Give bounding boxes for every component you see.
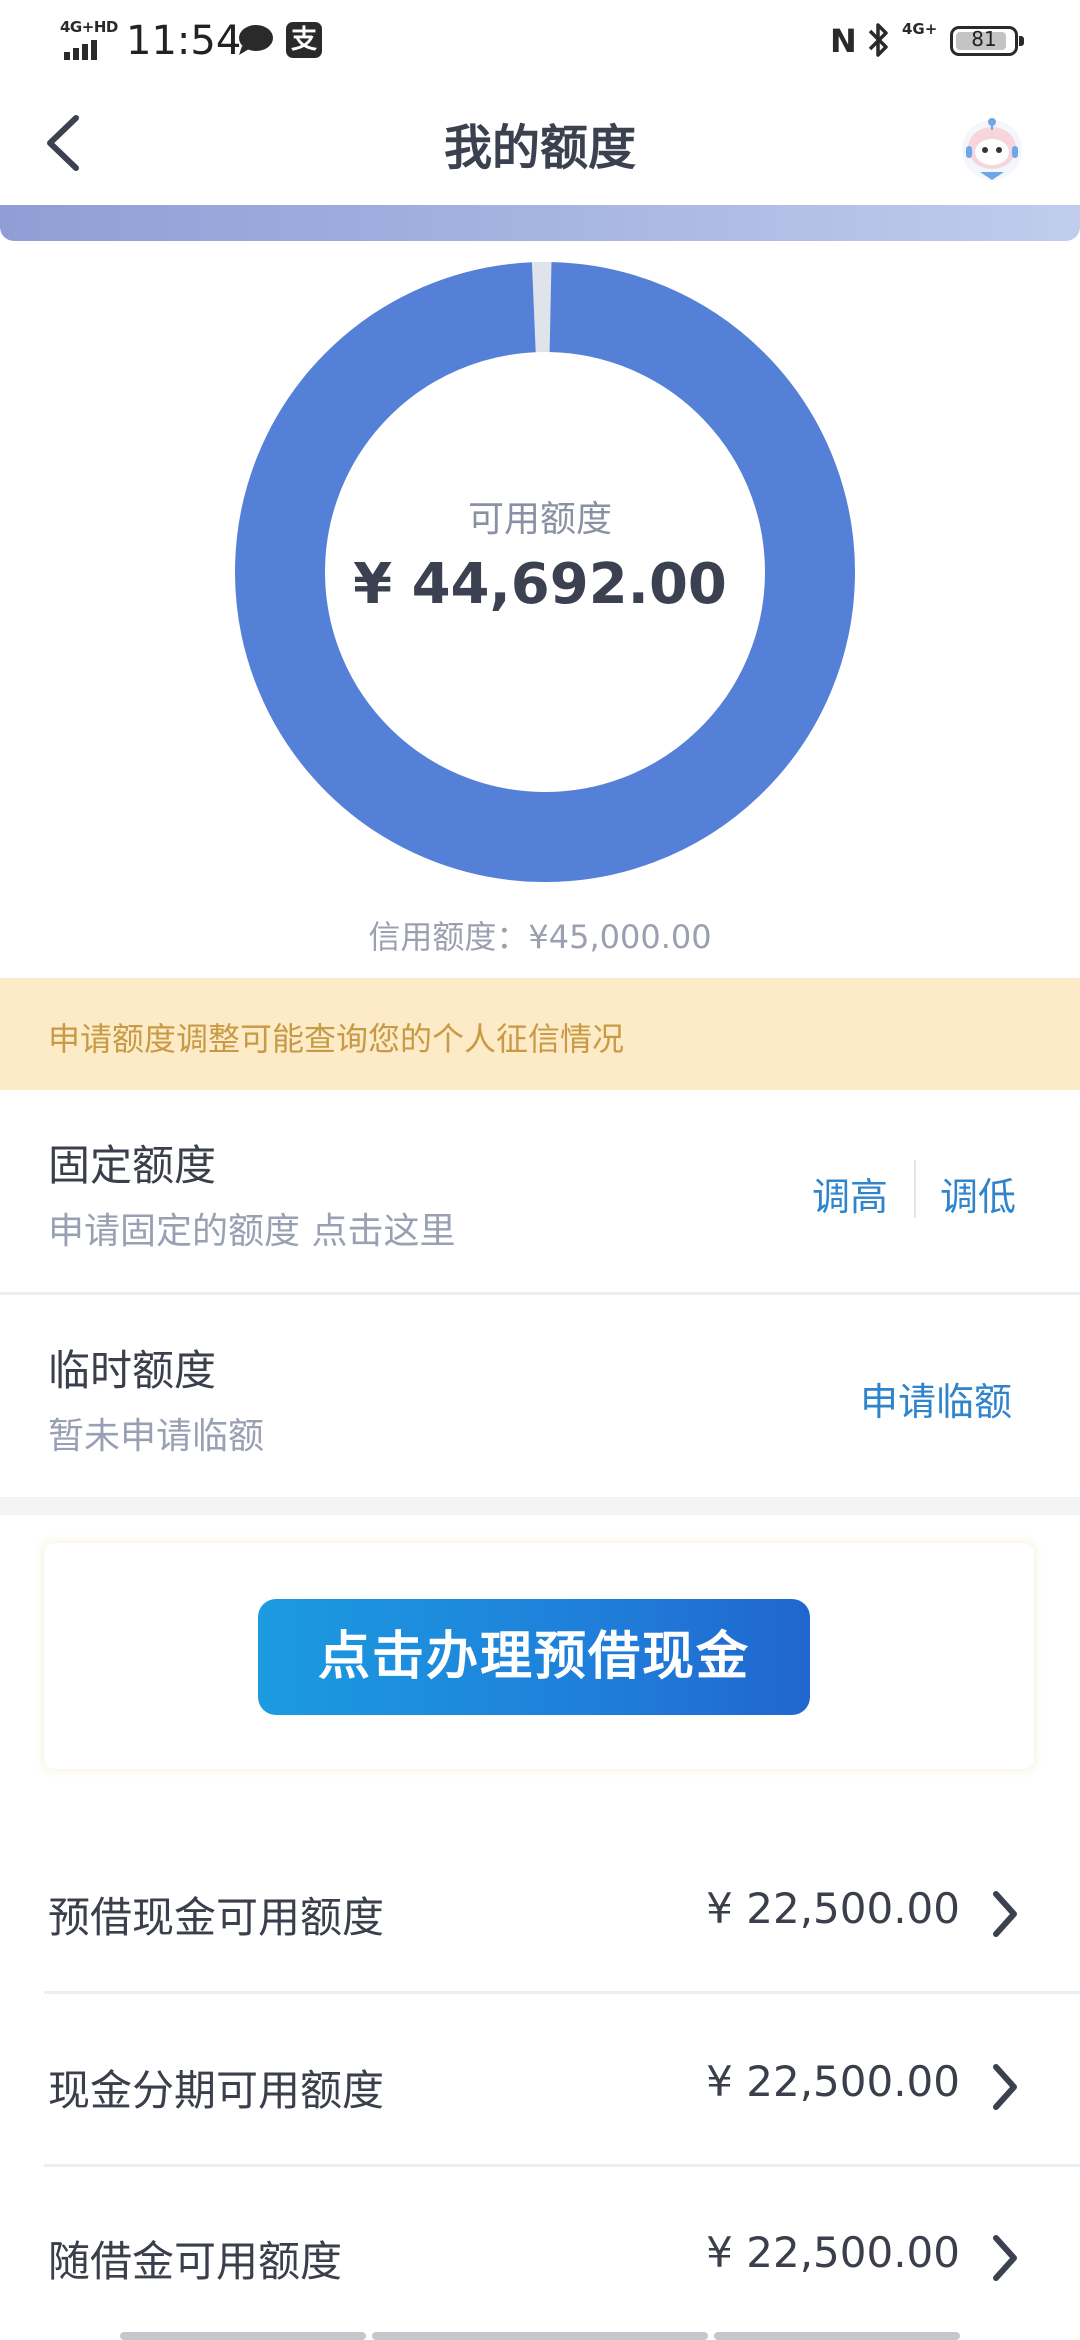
bluetooth-icon xyxy=(868,23,888,57)
credit-check-notice: 申请额度调整可能查询您的个人征信情况 xyxy=(0,978,1080,1090)
fixed-limit-title: 固定额度 xyxy=(48,1141,217,1190)
amount-value: ¥ 22,500.00 xyxy=(706,2057,960,2106)
battery-level: 81 xyxy=(971,27,997,51)
chevron-right-icon xyxy=(993,2235,1017,2281)
amount-row-cash-advance[interactable]: 预借现金可用额度 ¥ 22,500.00 xyxy=(0,1824,1080,1994)
lower-limit-button[interactable]: 调低 xyxy=(940,1166,1016,1221)
bottom-tab-indicator xyxy=(714,2332,960,2340)
status-time: 11:54 xyxy=(126,18,242,64)
nfc-icon: N xyxy=(830,22,857,60)
temp-limit-row: 临时额度 暂未申请临额 申请临额 xyxy=(0,1295,1080,1495)
bottom-tab-indicator xyxy=(372,2332,708,2340)
amount-label: 预借现金可用额度 xyxy=(48,1893,385,1942)
chat-bubble-icon xyxy=(239,25,273,55)
temp-limit-subtitle: 暂未申请临额 xyxy=(48,1416,265,1457)
app-header: 我的额度 xyxy=(0,84,1080,204)
amount-row-borrow-anytime[interactable]: 随借金可用额度 ¥ 22,500.00 xyxy=(0,2168,1080,2338)
battery-icon: 81 xyxy=(950,26,1024,56)
status-bar: 4G+HD 11:54 支 N 4G+ 81 xyxy=(0,0,1080,84)
page-title: 我的额度 xyxy=(443,120,636,176)
network-tag: 4G+HD xyxy=(60,18,118,36)
link-divider xyxy=(914,1160,916,1218)
amount-value: ¥ 22,500.00 xyxy=(706,1884,960,1933)
row-divider xyxy=(44,2164,1080,2167)
cash-advance-banner[interactable]: 点击办理预借现金 xyxy=(44,1543,1034,1769)
header-gradient-band xyxy=(0,205,1080,241)
apply-temp-limit-button[interactable]: 申请临额 xyxy=(860,1371,1012,1426)
temp-limit-title: 临时额度 xyxy=(48,1346,217,1395)
signal-icon: 4G+HD xyxy=(58,18,118,62)
robot-assistant-icon[interactable] xyxy=(952,106,1032,186)
row-divider xyxy=(44,1991,1080,1994)
amount-label: 随借金可用额度 xyxy=(48,2237,343,2286)
bottom-tab-indicator xyxy=(120,2332,366,2340)
amount-value: ¥ 22,500.00 xyxy=(706,2228,960,2277)
fixed-limit-row: 固定额度 申请固定的额度 点击这里 调高 调低 xyxy=(0,1090,1080,1290)
amount-label: 现金分期可用额度 xyxy=(48,2066,385,2115)
notice-text: 申请额度调整可能查询您的个人征信情况 xyxy=(48,1020,625,1058)
cash-advance-button[interactable]: 点击办理预借现金 xyxy=(258,1599,810,1715)
raise-limit-button[interactable]: 调高 xyxy=(812,1166,888,1221)
alipay-icon: 支 xyxy=(286,22,322,58)
section-gap xyxy=(0,1497,1080,1515)
chevron-right-icon xyxy=(993,1891,1017,1937)
chevron-right-icon xyxy=(993,2064,1017,2110)
amount-row-cash-installment[interactable]: 现金分期可用额度 ¥ 22,500.00 xyxy=(0,1997,1080,2167)
fixed-limit-subtitle[interactable]: 申请固定的额度 点击这里 xyxy=(48,1202,455,1254)
network-tag-right: 4G+ xyxy=(902,20,938,38)
available-limit-value: ¥ 44,692.00 xyxy=(353,552,727,617)
credit-limit-text: 信用额度：¥45,000.00 xyxy=(368,918,712,956)
available-limit-label: 可用额度 xyxy=(467,499,612,540)
